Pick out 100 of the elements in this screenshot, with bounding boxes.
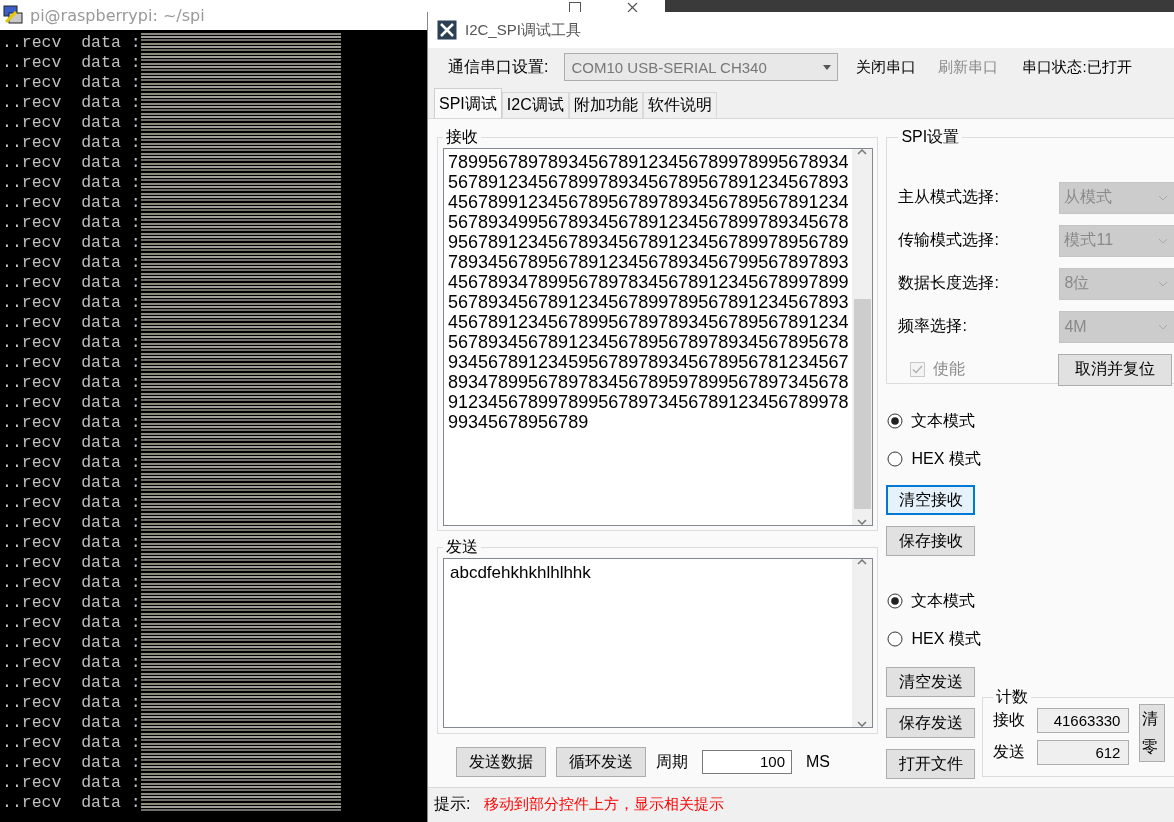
checkbox-label: 使能 bbox=[933, 359, 966, 379]
terminal-line: ..recv data : bbox=[1, 773, 141, 793]
scrollbar[interactable] bbox=[852, 559, 873, 727]
scroll-down-icon[interactable] bbox=[857, 721, 868, 727]
radio-label: HEX 模式 bbox=[911, 628, 981, 649]
close-icon[interactable] bbox=[627, 0, 639, 12]
group-title: 发送 bbox=[445, 537, 479, 557]
received-data-line: 5678934567891234567899789567891234567893 bbox=[448, 292, 849, 312]
terminal-line: ..recv data : bbox=[1, 293, 141, 313]
chevron-down-icon bbox=[1158, 194, 1169, 201]
terminal-line: ..recv data : bbox=[1, 673, 141, 693]
clear-count-button[interactable]: 清零 bbox=[1139, 704, 1166, 762]
received-data-line: 4567893478995678978345678912345678997899 bbox=[448, 272, 849, 292]
close-port-button[interactable]: 关闭串口 bbox=[852, 57, 921, 77]
terminal-line: ..recv data : bbox=[1, 533, 141, 553]
reset-button[interactable]: 取消并复位 bbox=[1058, 353, 1173, 386]
field-label: 传输模式选择: bbox=[898, 230, 999, 250]
received-data-line: 4567891234567899567897893456789567891234 bbox=[448, 312, 849, 332]
terminal-line: ..recv data : bbox=[1, 713, 141, 733]
chevron-down-icon bbox=[1158, 237, 1169, 244]
terminal-line: ..recv data : bbox=[1, 513, 141, 533]
received-data-line: 5678934567891234567895678978934567895678 bbox=[448, 332, 849, 352]
terminal-line: ..recv data : bbox=[1, 413, 141, 433]
terminal-line: ..recv data : bbox=[1, 73, 141, 93]
terminal-line: ..recv data : bbox=[1, 173, 141, 193]
terminal-line: ..recv data : bbox=[1, 313, 141, 333]
status-label: 提示: bbox=[434, 793, 471, 814]
radio-label: 文本模式 bbox=[911, 410, 976, 431]
terminal-line: ..recv data : bbox=[1, 593, 141, 613]
terminal-line: ..recv data : bbox=[1, 473, 141, 493]
group-title: 计数 bbox=[995, 687, 1030, 707]
action-button[interactable]: 打开文件 bbox=[886, 749, 976, 779]
received-data-line: 8934789956789783456789597899567897345678 bbox=[448, 372, 849, 392]
action-button[interactable]: 发送数据 bbox=[456, 747, 546, 777]
window-title: pi@raspberrypi: ~/spi bbox=[30, 5, 205, 25]
tab[interactable]: I2C调试 bbox=[501, 92, 569, 118]
received-data-line: 9345678912345956789789345678956781234567 bbox=[448, 352, 849, 372]
action-button[interactable]: 清空接收 bbox=[886, 485, 976, 515]
chevron-down-icon bbox=[1158, 323, 1169, 330]
terminal-line: ..recv data : bbox=[1, 133, 141, 153]
status-message: 移动到部分控件上方，显示相关提示 bbox=[484, 794, 725, 814]
maximize-icon[interactable] bbox=[569, 0, 581, 12]
terminal-line: ..recv data : bbox=[1, 253, 141, 273]
field-label: 频率选择: bbox=[898, 316, 967, 336]
window-title: I2C_SPI调试工具 bbox=[465, 20, 581, 40]
radio-button[interactable] bbox=[887, 593, 904, 609]
period-field[interactable]: 100 bbox=[702, 750, 792, 774]
counter-label: 发送 bbox=[993, 741, 1026, 762]
group-title: 接收 bbox=[445, 127, 479, 147]
terminal-line: ..recv data : bbox=[1, 653, 141, 673]
action-button[interactable]: 保存接收 bbox=[886, 526, 976, 556]
radio-button[interactable] bbox=[887, 631, 904, 647]
terminal-line: ..recv data : bbox=[1, 53, 141, 73]
counter-value-field: 612 bbox=[1037, 739, 1130, 765]
terminal-line: ..recv data : bbox=[1, 113, 141, 133]
radio-button[interactable] bbox=[887, 451, 904, 467]
terminal-line: ..recv data : bbox=[1, 793, 141, 813]
terminal-line: ..recv data : bbox=[1, 613, 141, 633]
terminal-line: ..recv data : bbox=[1, 213, 141, 233]
terminal-line: ..recv data : bbox=[1, 433, 141, 453]
terminal-app-icon bbox=[2, 4, 24, 26]
group-title: SPI设置 bbox=[900, 127, 961, 147]
tab[interactable]: 软件说明 bbox=[642, 92, 717, 118]
unit-label: MS bbox=[806, 753, 830, 771]
tab[interactable]: SPI调试 bbox=[434, 88, 502, 118]
received-data-line: 5678912345678997893456789567891234567893 bbox=[448, 172, 849, 192]
radio-label: 文本模式 bbox=[911, 590, 976, 611]
terminal-line: ..recv data : bbox=[1, 753, 141, 773]
terminal-line: ..recv data : bbox=[1, 493, 141, 513]
dropdown-arrow-icon bbox=[823, 64, 832, 70]
terminal-line: ..recv data : bbox=[1, 333, 141, 353]
terminal-line: ..recv data : bbox=[1, 633, 141, 653]
terminal-line: ..recv data : bbox=[1, 393, 141, 413]
terminal-line: ..recv data : bbox=[1, 553, 141, 573]
chevron-down-icon bbox=[1158, 280, 1169, 287]
received-data-line: 7899567897893456789123456789978995678934 bbox=[448, 152, 849, 172]
terminal-line: ..recv data : bbox=[1, 33, 141, 53]
terminal-line: ..recv data : bbox=[1, 453, 141, 473]
terminal-line: ..recv data : bbox=[1, 733, 141, 753]
action-button[interactable]: 循环发送 bbox=[556, 747, 646, 777]
radio-button[interactable] bbox=[887, 413, 904, 429]
terminal-line: ..recv data : bbox=[1, 153, 141, 173]
counter-value-field: 41663330 bbox=[1037, 707, 1130, 733]
received-data-line: 5678934995678934567891234567899789345678 bbox=[448, 212, 849, 232]
terminal-line: ..recv data : bbox=[1, 573, 141, 593]
terminal-line: ..recv data : bbox=[1, 193, 141, 213]
action-button[interactable]: 保存发送 bbox=[886, 708, 976, 738]
tab[interactable]: 附加功能 bbox=[568, 92, 643, 118]
terminal-line: ..recv data : bbox=[1, 93, 141, 113]
field-label: 主从模式选择: bbox=[898, 187, 999, 207]
scroll-down-icon[interactable] bbox=[857, 519, 868, 525]
action-button[interactable]: 清空发送 bbox=[886, 667, 976, 697]
scroll-up-icon[interactable] bbox=[857, 149, 868, 155]
port-status: 串口状态:已打开 bbox=[1022, 57, 1132, 77]
scrollbar-thumb[interactable] bbox=[853, 299, 871, 509]
port-label: 通信串口设置: bbox=[448, 56, 549, 77]
field-label: 数据长度选择: bbox=[898, 273, 999, 293]
scroll-up-icon[interactable] bbox=[857, 559, 868, 565]
scrollbar[interactable] bbox=[852, 149, 873, 525]
counter-label: 接收 bbox=[993, 709, 1026, 730]
